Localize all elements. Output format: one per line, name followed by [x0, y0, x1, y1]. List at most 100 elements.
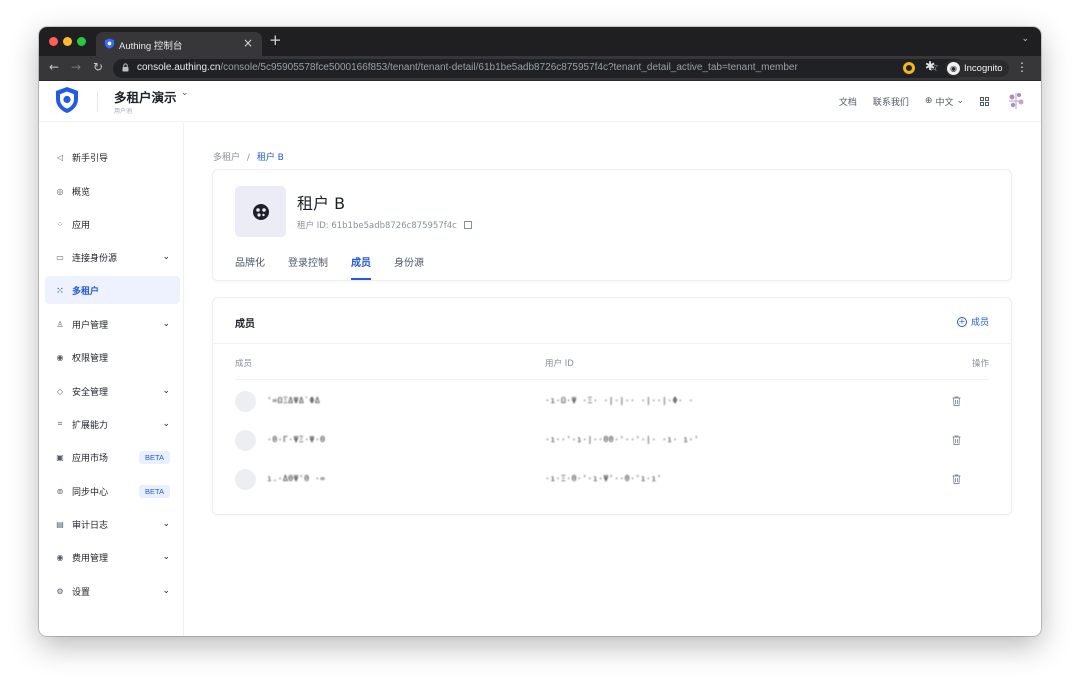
new-tab-button[interactable]: +: [269, 31, 282, 49]
id-card-icon: ▭: [56, 252, 64, 262]
members-card: 成员 + 成员 成员 用户 ID 操作 '=ΩΞΔΨΔ`ΦΔ ·ı·Ω·Ψ ·Ξ…: [212, 297, 1012, 515]
incognito-badge[interactable]: ◉ Incognito: [945, 60, 1009, 77]
sidebar-item-audit-log[interactable]: ▤ 审计日志 ⌄: [45, 510, 180, 538]
sidebar-item-sync-center[interactable]: ⊚ 同步中心 BETA: [45, 477, 180, 505]
globe-icon: ⊕: [924, 96, 933, 106]
add-member-button[interactable]: + 成员: [956, 315, 989, 328]
tab-members[interactable]: 成员: [351, 254, 371, 280]
sidebar-item-label: 应用: [72, 220, 91, 231]
sidebar-item-label: 扩展能力: [72, 420, 109, 431]
docs-link[interactable]: 文档: [839, 95, 857, 108]
userpool-name[interactable]: 多租户演示: [114, 87, 177, 106]
log-icon: ▤: [56, 519, 64, 529]
sidebar-item-label: 应用市场: [72, 453, 109, 464]
add-member-label: 成员: [970, 318, 989, 328]
sidebar-item-label: 费用管理: [72, 553, 109, 564]
sidebar-item-label: 安全管理: [72, 387, 109, 398]
tab-identity-sources[interactable]: 身份源: [394, 254, 424, 280]
userpool-chevron-down-icon[interactable]: ⌄: [181, 88, 189, 98]
tab-login-control[interactable]: 登录控制: [288, 254, 328, 280]
members-title: 成员: [235, 319, 255, 330]
send-icon: ◁: [56, 152, 64, 162]
chevron-down-icon: ⌄: [956, 96, 964, 106]
zoom-window-button[interactable]: [77, 37, 86, 46]
market-icon: ▣: [56, 452, 64, 462]
column-header-member: 成员: [235, 359, 253, 369]
url-text: console.authing.cn/console/5c95905578fce…: [137, 62, 798, 73]
tenant-id: 租户 ID: 61b1be5adb8726c875957f4c: [297, 219, 472, 231]
sidebar-item-label: 审计日志: [72, 520, 109, 531]
sidebar-item-settings[interactable]: ⚙ 设置 ⌄: [45, 577, 180, 605]
userpool-subtitle: 用户池: [114, 108, 133, 115]
sidebar-item-label: 用户管理: [72, 320, 109, 331]
browser-window: Authing 控制台 × + ⌄ ← → ↻ console.authing.…: [39, 27, 1041, 636]
sidebar-item-extensions[interactable]: ⌗ 扩展能力 ⌄: [45, 410, 180, 438]
tab-branding[interactable]: 品牌化: [235, 254, 265, 280]
user-avatar[interactable]: [1005, 90, 1027, 112]
copy-icon[interactable]: [463, 221, 472, 229]
breadcrumb-current: 租户 B: [256, 153, 284, 163]
member-name: '=ΩΞΔΨΔ`ΦΔ: [267, 396, 321, 405]
tenant-id-label: 租户 ID:: [297, 221, 329, 231]
authing-logo-icon[interactable]: [54, 86, 80, 114]
browser-tab[interactable]: Authing 控制台 ×: [96, 32, 262, 56]
language-switcher[interactable]: ⊕ 中文 ⌄: [925, 95, 964, 108]
tenant-id-value: 61b1be5adb8726c875957f4c: [331, 221, 457, 231]
sidebar-item-onboarding[interactable]: ◁ 新手引导: [45, 143, 180, 171]
incognito-icon: ◉: [947, 62, 960, 75]
trash-icon[interactable]: [952, 435, 961, 445]
close-window-button[interactable]: [49, 37, 58, 46]
authing-favicon-icon: [104, 38, 115, 49]
forward-arrow-icon[interactable]: →: [71, 60, 81, 74]
breadcrumb-separator: /: [246, 153, 250, 163]
table-row: ·Θ·Γ·ΨΞ·Ψ·Θ ·ı··'·ı·|··ΘΘ·'··'·|· ·ı· ı·…: [235, 421, 989, 460]
sidebar-item-permissions[interactable]: ◉ 权限管理: [45, 343, 180, 371]
member-user-id: ·ı··'·ı·|··ΘΘ·'··'·|· ·ı· ı·': [545, 435, 700, 444]
minimize-window-button[interactable]: [63, 37, 72, 46]
sidebar-item-applications[interactable]: ⁘ 应用: [45, 210, 180, 238]
chevron-down-icon: ⌄: [162, 319, 170, 329]
address-bar[interactable]: console.authing.cn/console/5c95905578fce…: [113, 59, 965, 78]
column-header-user-id: 用户 ID: [545, 359, 574, 369]
sidebar-item-label: 多租户: [72, 286, 100, 297]
app-header: 多租户演示 ⌄ 用户池 文档 联系我们 ⊕ 中文 ⌄: [39, 81, 1041, 122]
extensions-puzzle-icon[interactable]: ✱: [925, 59, 935, 73]
trash-icon[interactable]: [952, 474, 961, 484]
members-table-header: 成员 用户 ID 操作: [235, 344, 989, 380]
sidebar-item-identity-sources[interactable]: ▭ 连接身份源 ⌄: [45, 243, 180, 271]
chevron-down-icon: ⌄: [162, 586, 170, 596]
sidebar-item-label: 概览: [72, 187, 91, 198]
tab-search-chevron-icon[interactable]: ⌄: [1021, 34, 1029, 44]
sidebar-item-label: 权限管理: [72, 353, 109, 364]
contact-link[interactable]: 联系我们: [873, 95, 909, 108]
sidebar-item-overview[interactable]: ◎ 概览: [45, 177, 180, 205]
header-divider: [97, 91, 98, 111]
trash-icon[interactable]: [952, 396, 961, 406]
app-body: ◁ 新手引导 ◎ 概览 ⁘ 应用 ▭ 连接身份源 ⌄ ⁙ 多租户 ♙ 用户管理 …: [39, 123, 1041, 636]
sidebar-item-billing[interactable]: ◉ 费用管理 ⌄: [45, 543, 180, 571]
beta-badge: BETA: [138, 450, 170, 464]
sync-icon: ⊚: [56, 486, 64, 496]
sidebar-item-multi-tenant[interactable]: ⁙ 多租户: [45, 276, 180, 304]
breadcrumb-root-link[interactable]: 多租户: [213, 153, 240, 163]
member-name: ı.·ΔΘΨ'Θ ·=: [267, 474, 326, 483]
extension-ring-icon[interactable]: [903, 62, 915, 74]
reload-icon[interactable]: ↻: [93, 60, 103, 74]
tenant-avatar: [235, 186, 286, 237]
sidebar-item-label: 新手引导: [72, 153, 109, 164]
tenant-tabs: 品牌化 登录控制 成员 身份源: [235, 254, 424, 280]
sidebar-item-user-management[interactable]: ♙ 用户管理 ⌄: [45, 310, 180, 338]
member-name: ·Θ·Γ·ΨΞ·Ψ·Θ: [267, 435, 326, 444]
browser-menu-icon[interactable]: ⋮: [1016, 60, 1028, 74]
app-grid-icon[interactable]: [980, 96, 989, 106]
column-header-actions: 操作: [971, 359, 989, 369]
sidebar-item-security[interactable]: ◇ 安全管理 ⌄: [45, 377, 180, 405]
table-row: ı.·ΔΘΨ'Θ ·= ·ı·Ξ·Θ·'·ı·Ψ'··Θ·'ı·ı': [235, 460, 989, 499]
user-icon: ♙: [56, 319, 64, 329]
table-row: '=ΩΞΔΨΔ`ΦΔ ·ı·Ω·Ψ ·Ξ· ·|·|·· ·|··|·Φ· ·: [235, 382, 989, 421]
billing-icon: ◉: [56, 552, 64, 562]
back-arrow-icon[interactable]: ←: [49, 60, 59, 74]
sidebar-item-app-market[interactable]: ▣ 应用市场 BETA: [45, 443, 180, 471]
close-tab-icon[interactable]: ×: [243, 36, 253, 50]
plus-circle-icon: +: [956, 316, 967, 327]
